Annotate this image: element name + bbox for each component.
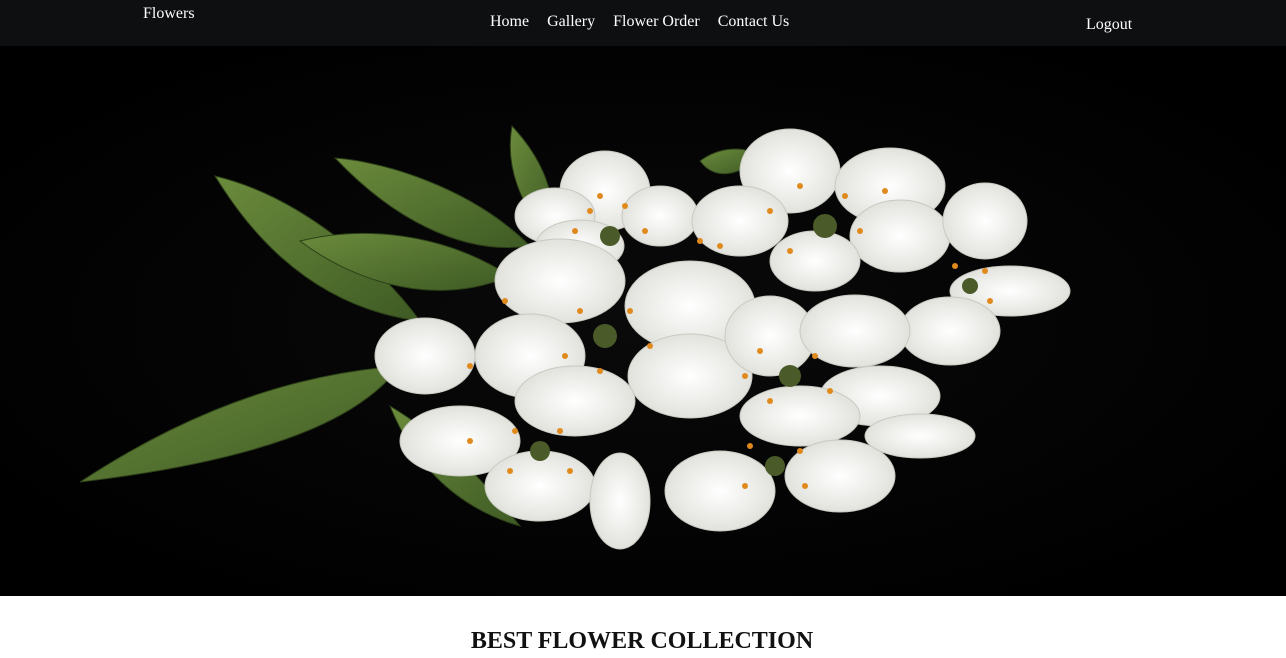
hero-banner (0, 46, 1286, 596)
nav-links: Home Gallery Flower Order Contact Us (490, 13, 789, 31)
logout-link[interactable]: Logout (1086, 16, 1132, 34)
nav-contact-us-link[interactable]: Contact Us (718, 13, 790, 31)
top-navbar: Flowers Home Gallery Flower Order Contac… (0, 0, 1286, 46)
section-title: BEST FLOWER COLLECTION (470, 628, 814, 654)
nav-gallery-link[interactable]: Gallery (547, 13, 595, 31)
nav-flower-order-link[interactable]: Flower Order (613, 13, 700, 31)
nav-home-link[interactable]: Home (490, 13, 529, 31)
brand-link[interactable]: Flowers (143, 5, 195, 23)
white-blossom-image (0, 46, 1286, 596)
